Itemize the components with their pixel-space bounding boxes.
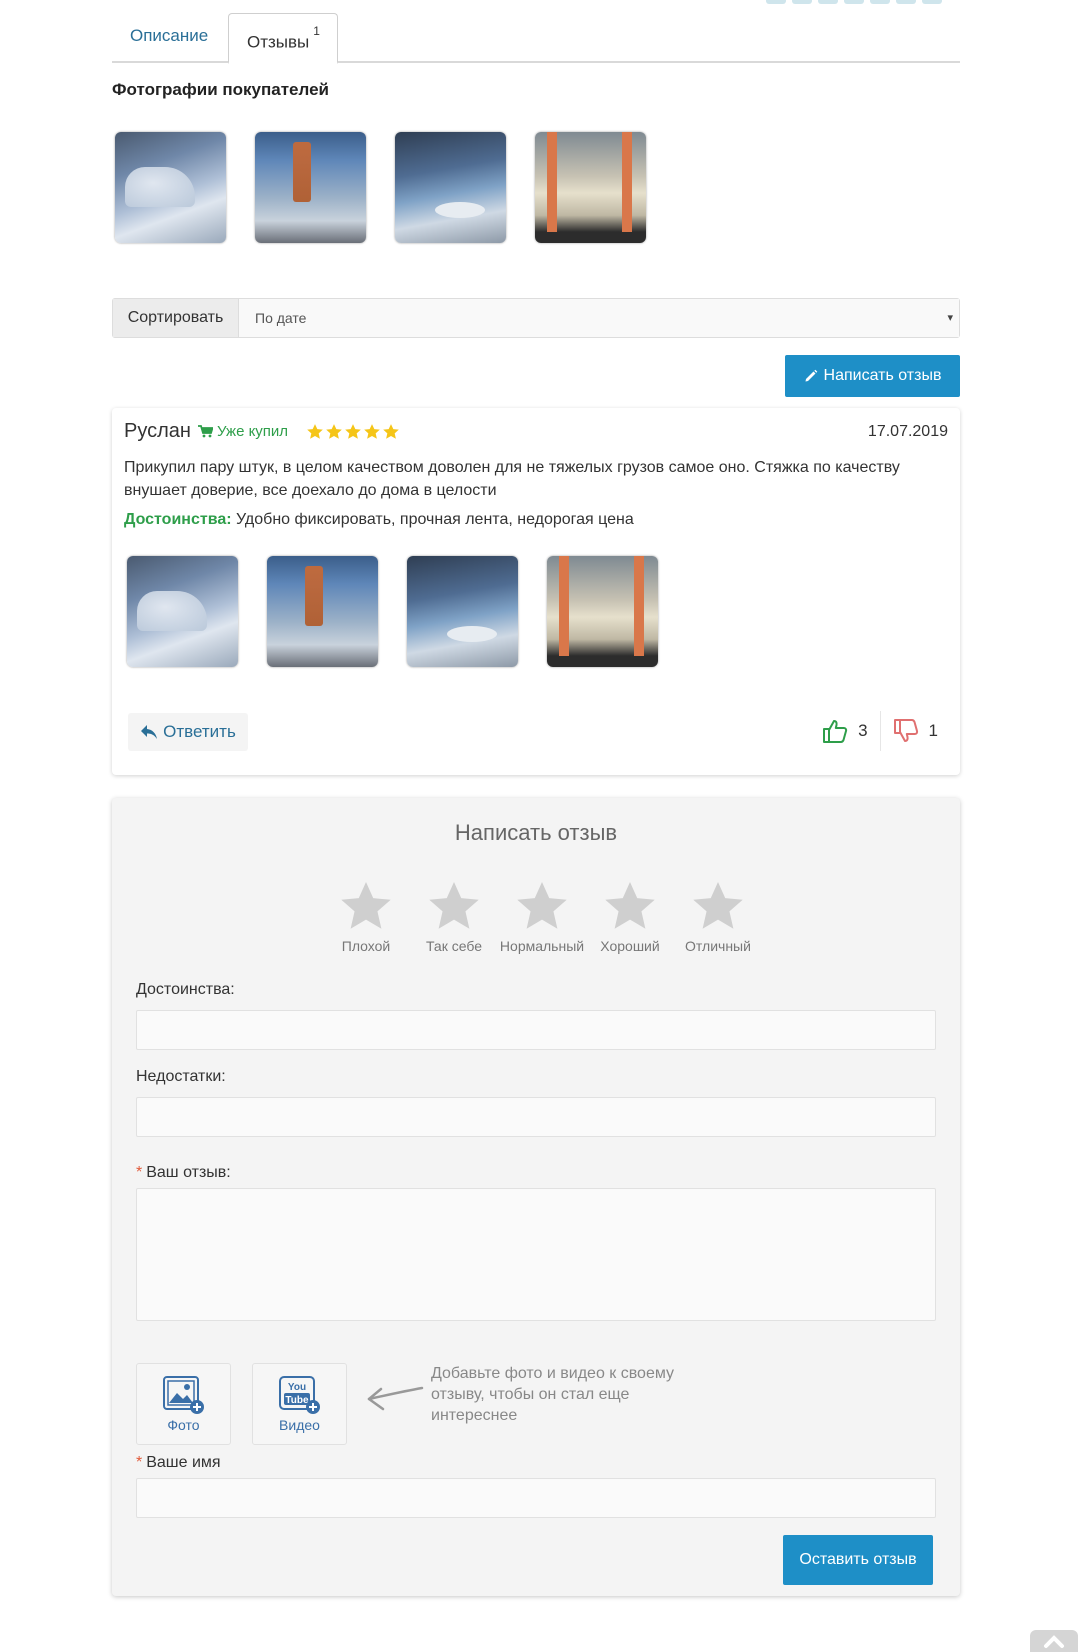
add-video-label: Видео xyxy=(279,1417,320,1433)
rating-option-1[interactable]: Плохой xyxy=(328,880,404,954)
like-vote[interactable]: 3 xyxy=(810,718,879,744)
add-photo-label: Фото xyxy=(167,1417,200,1433)
star-outline-icon xyxy=(341,882,391,929)
rating-label: Нормальный xyxy=(499,938,585,954)
customer-photo-thumb[interactable] xyxy=(535,132,646,243)
star-outline-icon xyxy=(605,882,655,929)
write-review-label: Написать отзыв xyxy=(823,367,942,384)
pros-field[interactable] xyxy=(136,1010,936,1050)
review-text: Прикупил пару штук, в целом качеством до… xyxy=(124,459,900,499)
review-form-title: Написать отзыв xyxy=(454,820,618,845)
youtube-add-icon: You Tube xyxy=(278,1376,320,1414)
review-pros-text: Удобно фиксировать, прочная лента, недор… xyxy=(236,511,634,528)
cons-field[interactable] xyxy=(136,1097,936,1137)
customer-photo-thumb[interactable] xyxy=(255,132,366,243)
write-review-button[interactable]: Написать отзыв xyxy=(785,355,960,397)
sort-label: Сортировать xyxy=(113,299,239,337)
rating-label: Плохой xyxy=(341,938,391,954)
review-textarea[interactable] xyxy=(136,1188,936,1321)
tab-reviews-count: 1 xyxy=(313,24,320,38)
customer-photo-thumb[interactable] xyxy=(115,132,226,243)
star-outline-icon xyxy=(429,882,479,929)
reply-button[interactable]: Ответить xyxy=(128,713,248,751)
review-pros-label: Достоинства: xyxy=(124,511,232,528)
rating-label: Так себе xyxy=(426,938,482,954)
chevron-up-icon xyxy=(1044,1635,1064,1648)
review-pros: Достоинства: Удобно фиксировать, прочная… xyxy=(124,511,634,529)
pointing-arrow-icon xyxy=(367,1386,424,1411)
name-field-label: * Ваше имя xyxy=(136,1454,221,1472)
required-mark: * xyxy=(136,1164,143,1181)
thumbs-down-icon xyxy=(893,719,918,742)
dislike-count: 1 xyxy=(928,721,938,740)
review-form: Написать отзыв Плохой Так себе Нормальны… xyxy=(112,798,960,1596)
verified-buyer-label: Уже купил xyxy=(217,423,289,440)
rating-label: Хороший xyxy=(600,938,660,954)
pencil-icon xyxy=(805,369,817,382)
star-icon xyxy=(345,424,361,439)
name-field[interactable] xyxy=(136,1478,936,1518)
star-icon xyxy=(364,424,380,439)
cart-icon xyxy=(198,425,213,438)
scroll-to-top-button[interactable] xyxy=(1030,1630,1078,1652)
add-video-button[interactable]: You Tube Видео xyxy=(252,1363,347,1445)
reply-label: Ответить xyxy=(163,722,236,741)
add-image-icon xyxy=(162,1376,204,1414)
dislike-vote[interactable]: 1 xyxy=(881,718,950,744)
review-text-label: * Ваш отзыв: xyxy=(136,1164,231,1182)
youtube-text-2: Tube xyxy=(285,1395,309,1406)
star-icon xyxy=(383,424,399,439)
rating-option-3[interactable]: Нормальный xyxy=(500,880,584,954)
rating-option-2[interactable]: Так себе xyxy=(416,880,492,954)
star-icon xyxy=(307,424,323,439)
star-outline-icon xyxy=(517,882,567,929)
add-photo-button[interactable]: Фото xyxy=(136,1363,231,1445)
thumbs-up-icon xyxy=(823,720,848,743)
cons-field-label: Недостатки: xyxy=(136,1068,226,1085)
rating-option-4[interactable]: Хороший xyxy=(592,880,668,954)
required-mark: * xyxy=(136,1454,143,1471)
like-count: 3 xyxy=(858,721,868,740)
review-text-label-text: Ваш отзыв: xyxy=(146,1164,231,1181)
sort-selected-value: По дате xyxy=(255,310,307,326)
youtube-text-1: You xyxy=(287,1382,305,1393)
submit-review-button[interactable]: Оставить отзыв xyxy=(783,1535,933,1585)
review-photo-thumb[interactable] xyxy=(127,556,238,667)
review-photos-gallery xyxy=(127,556,658,667)
verified-buyer-badge: Уже купил xyxy=(198,423,288,440)
name-field-label-text: Ваше имя xyxy=(146,1454,221,1471)
customer-photos-gallery xyxy=(115,132,646,243)
sort-select[interactable]: По дате ▾ xyxy=(239,299,959,337)
sort-bar: Сортировать По дате ▾ xyxy=(112,298,960,338)
product-tabs: Описание Отзывы1 xyxy=(112,13,960,64)
dropdown-caret-icon: ▾ xyxy=(947,312,953,324)
review-photo-thumb[interactable] xyxy=(547,556,658,667)
tab-reviews[interactable]: Отзывы1 xyxy=(228,13,338,64)
rating-option-5[interactable]: Отличный xyxy=(680,880,756,954)
rating-picker: Плохой Так себе Нормальный Хороший Отлич… xyxy=(328,880,756,954)
review-author: Руслан xyxy=(124,420,191,442)
pros-field-label: Достоинства: xyxy=(136,981,235,998)
rating-label: Отличный xyxy=(685,938,751,954)
tab-description[interactable]: Описание xyxy=(112,13,226,63)
reply-arrow-icon xyxy=(141,725,158,739)
review-votes: 3 1 xyxy=(810,711,950,751)
upload-hint: Добавьте фото и видео к своему отзыву, ч… xyxy=(431,1365,675,1424)
review-rating xyxy=(306,423,400,441)
review-photo-thumb[interactable] xyxy=(267,556,378,667)
customer-photos-title: Фотографии покупателей xyxy=(112,80,329,99)
tab-reviews-label: Отзывы xyxy=(247,32,310,52)
star-outline-icon xyxy=(693,882,743,929)
review-photo-thumb[interactable] xyxy=(407,556,518,667)
customer-photo-thumb[interactable] xyxy=(395,132,506,243)
review-date: 17.07.2019 xyxy=(867,423,948,440)
star-icon xyxy=(326,424,342,439)
top-partial-elements xyxy=(766,0,942,6)
